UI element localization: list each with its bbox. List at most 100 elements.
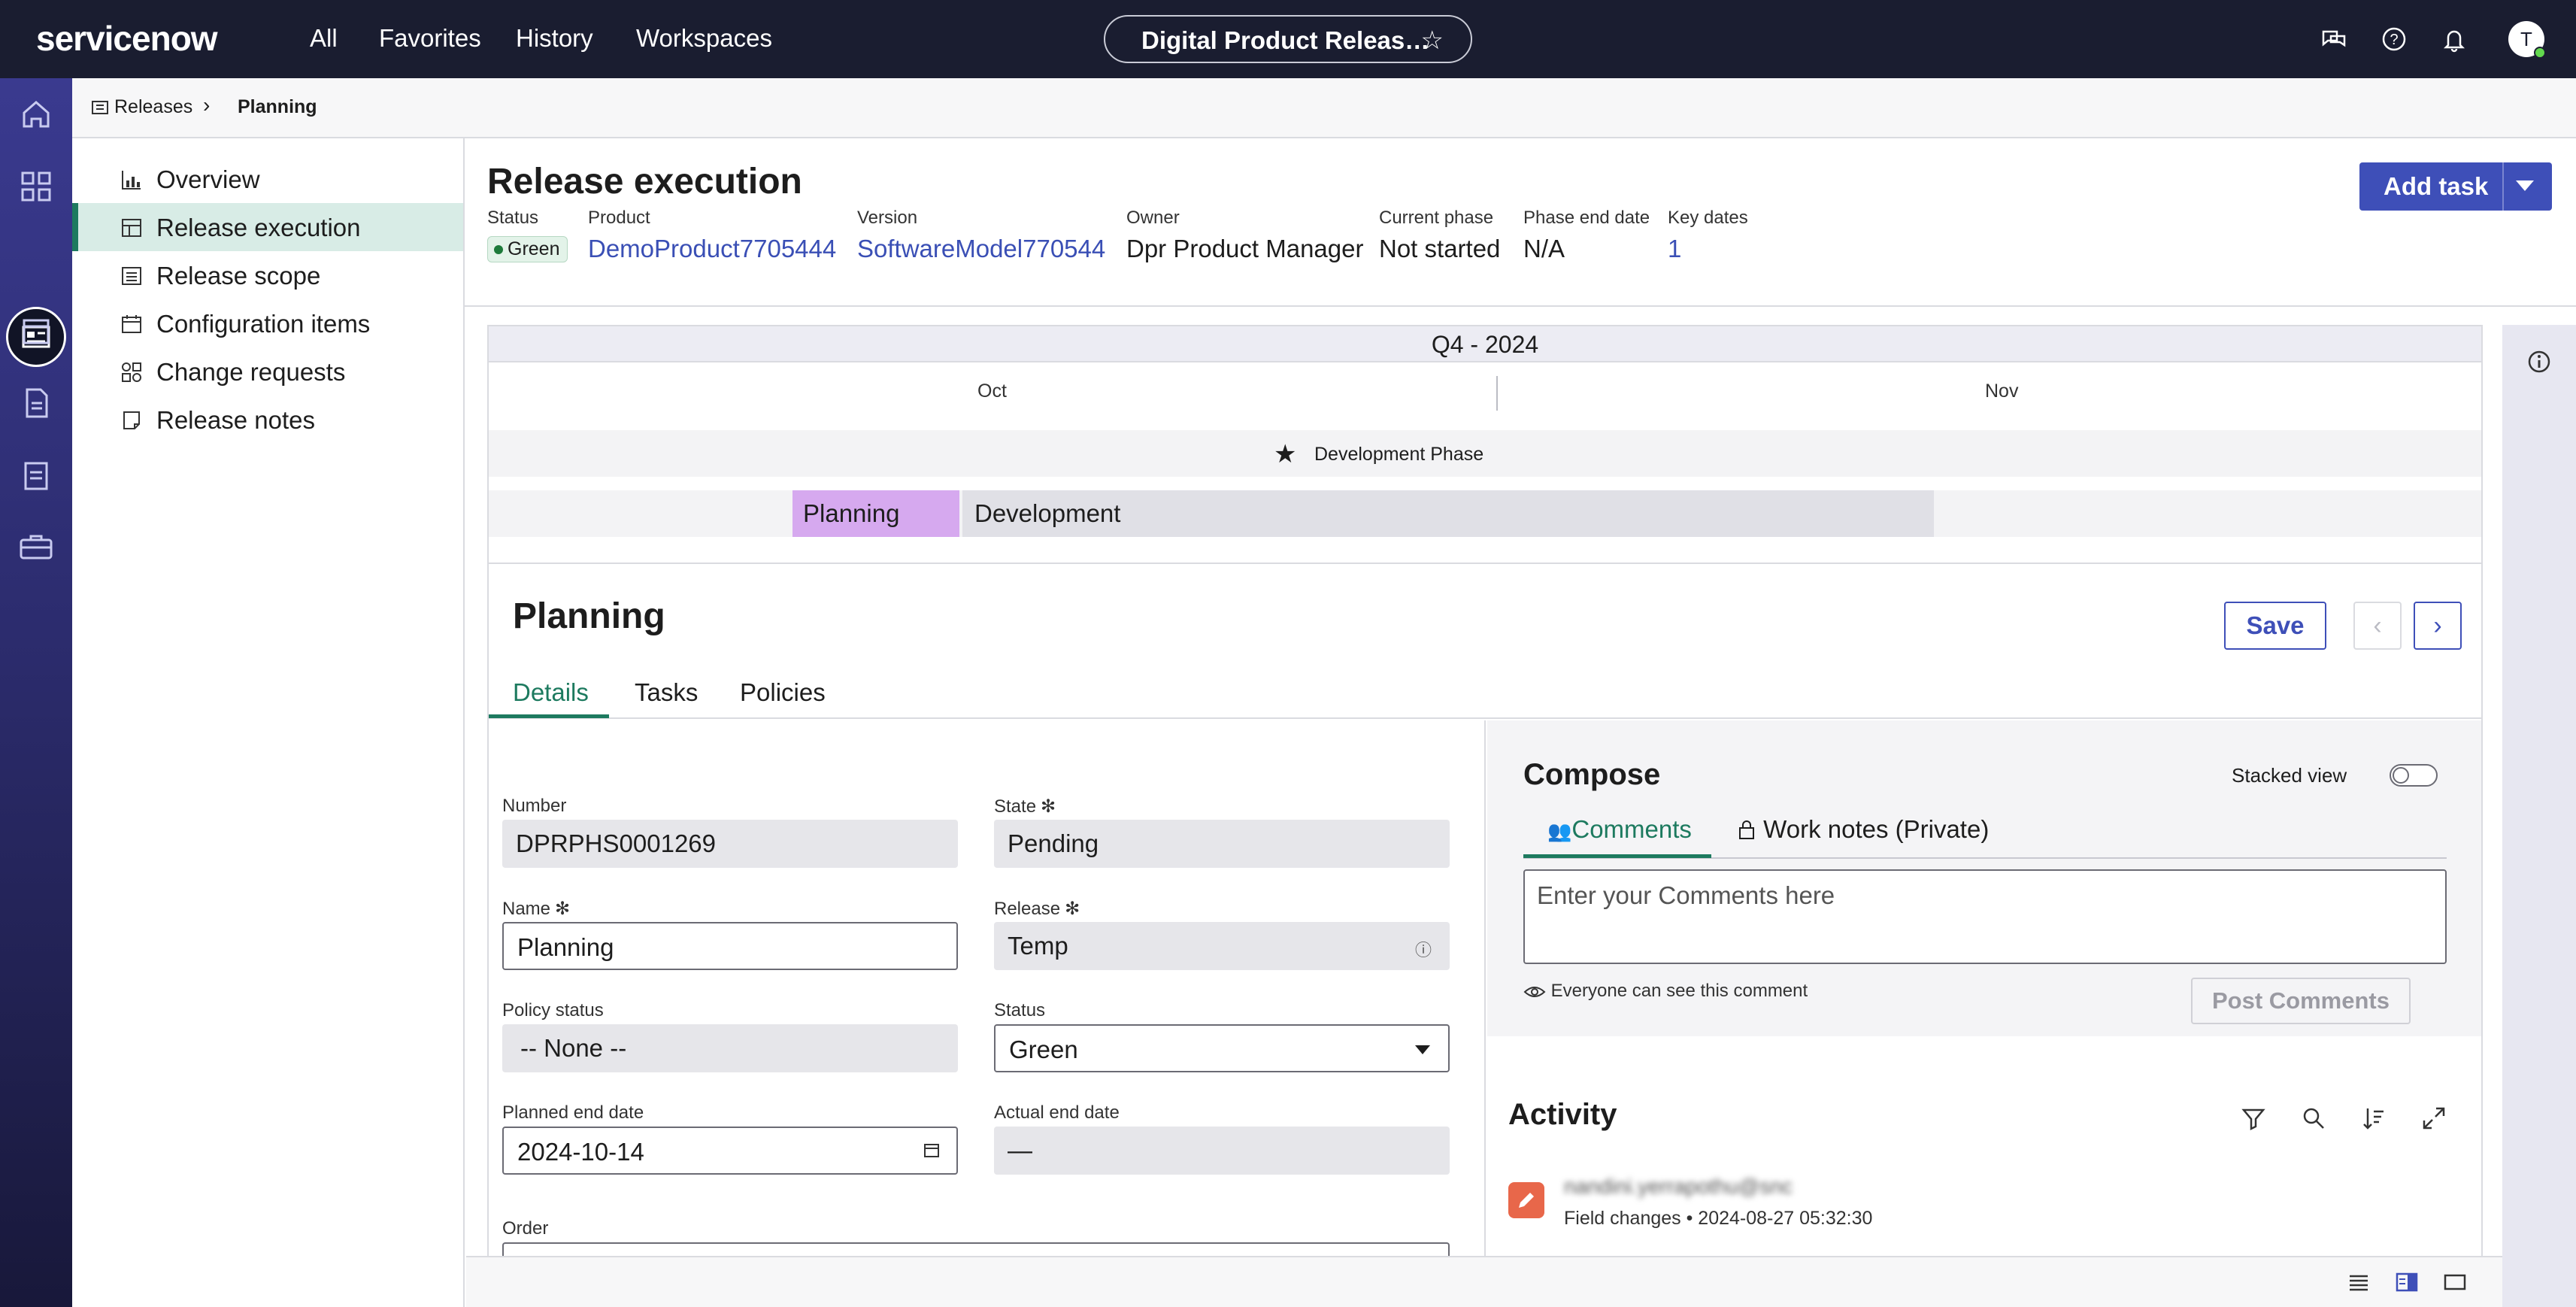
online-status-dot xyxy=(2534,47,2546,59)
list-view-icon[interactable] xyxy=(2347,1272,2370,1292)
nav-all[interactable]: All xyxy=(310,24,338,53)
document-icon[interactable] xyxy=(17,384,56,423)
sidenav-label: Release execution xyxy=(156,214,361,241)
actual-end-date-label: Actual end date xyxy=(994,1102,1120,1123)
apps-grid-icon[interactable] xyxy=(17,167,56,206)
nav-favorites[interactable]: Favorites xyxy=(379,24,481,53)
sidenav-item-overview[interactable]: Overview xyxy=(72,155,463,203)
search-icon[interactable] xyxy=(2301,1105,2326,1131)
tab-work-notes[interactable]: Work notes (Private) xyxy=(1737,815,1989,844)
planned-end-date-value: 2024-10-14 xyxy=(517,1138,644,1166)
note-icon xyxy=(123,411,140,429)
status-select[interactable]: Green xyxy=(994,1024,1450,1072)
state-label-text: State xyxy=(994,796,1037,817)
sidenav-label: Release scope xyxy=(156,262,321,290)
tab-comments[interactable]: 👥Comments xyxy=(1547,815,1692,844)
nav-workspaces[interactable]: Workspaces xyxy=(636,24,772,53)
name-input[interactable]: Planning xyxy=(502,922,958,970)
meta-key: Phase end date xyxy=(1523,208,1650,228)
workspace-title: Digital Product Releas… xyxy=(1141,26,1430,54)
meta-status: Status Green xyxy=(487,208,568,262)
meta-phase-end-date: Phase end date N/A xyxy=(1523,208,1650,263)
nav-history[interactable]: History xyxy=(516,24,593,53)
phase-bar-development[interactable]: Development xyxy=(962,490,1934,537)
compose-panel: Compose Stacked view 👥Comments Work note… xyxy=(1487,720,2481,1036)
single-view-icon[interactable] xyxy=(2444,1272,2466,1292)
product-link[interactable]: DemoProduct7705444 xyxy=(588,235,836,263)
user-avatar[interactable]: T xyxy=(2508,21,2546,59)
info-icon[interactable] xyxy=(2526,349,2552,375)
required-asterisk-icon: ✻ xyxy=(1065,899,1080,919)
comments-textarea[interactable]: Enter your Comments here xyxy=(1523,869,2447,964)
sort-icon[interactable] xyxy=(2361,1105,2387,1131)
planned-end-date-input[interactable]: 2024-10-14 xyxy=(502,1127,958,1175)
stacked-view-label: Stacked view xyxy=(2232,764,2347,787)
activity-title: Activity xyxy=(1508,1098,1617,1131)
meta-key: Key dates xyxy=(1668,208,1748,228)
version-link[interactable]: SoftwareModel770544 xyxy=(857,235,1105,263)
tab-active-indicator xyxy=(489,714,609,718)
bottom-bar xyxy=(466,1256,2502,1307)
workspace-pill[interactable]: Digital Product Releas… ☆ xyxy=(1104,15,1472,63)
split-view-icon[interactable] xyxy=(2396,1272,2418,1292)
star-icon[interactable]: ☆ xyxy=(1421,26,1444,56)
table-icon xyxy=(122,219,141,237)
bell-icon[interactable] xyxy=(2439,24,2469,54)
calendar-icon[interactable] xyxy=(17,311,56,350)
sidenav-label: Overview xyxy=(156,165,260,193)
milestone-star-icon[interactable]: ★ xyxy=(1274,439,1296,469)
sidenav-item-release-notes[interactable]: Release notes xyxy=(72,396,463,444)
meta-key-dates: Key dates 1 xyxy=(1668,208,1748,263)
chevron-down-icon xyxy=(1415,1045,1430,1054)
chevron-left-icon: ‹ xyxy=(2373,611,2382,640)
home-icon[interactable] xyxy=(17,95,56,134)
stacked-view-toggle[interactable] xyxy=(2390,764,2438,787)
grid-icon xyxy=(122,362,141,382)
add-task-button[interactable]: Add task xyxy=(2359,162,2552,211)
servicenow-logo[interactable]: servicenow xyxy=(36,18,218,59)
tab-comments-label: Comments xyxy=(1571,815,1692,843)
eye-icon xyxy=(1523,987,1546,997)
list-icon xyxy=(122,267,141,285)
tab-policies[interactable]: Policies xyxy=(740,678,826,707)
phase-bar-planning[interactable]: Planning xyxy=(792,490,959,537)
required-asterisk-icon: ✻ xyxy=(1041,796,1056,817)
filter-icon[interactable] xyxy=(2241,1105,2266,1131)
details-form: Number DPRPHS0001269 State ✻ Pending Name… xyxy=(489,720,1486,1307)
help-icon[interactable]: ? xyxy=(2379,24,2409,54)
release-field: Temp ⓘ xyxy=(994,922,1450,970)
toolbox-icon[interactable] xyxy=(17,528,56,567)
sidenav-item-release-scope[interactable]: Release scope xyxy=(72,251,463,299)
card-title: Planning xyxy=(513,596,665,636)
meta-owner: Owner Dpr Product Manager xyxy=(1126,208,1363,263)
phase-bar-row: Planning Development xyxy=(489,490,2481,537)
chat-icon[interactable] xyxy=(2319,24,2349,54)
expand-icon[interactable] xyxy=(2421,1105,2447,1131)
breadcrumb-releases[interactable]: Releases xyxy=(114,96,192,118)
phase-card: Planning Save ‹ › Details Tasks Policies… xyxy=(487,563,2483,1307)
previous-button[interactable]: ‹ xyxy=(2353,602,2402,650)
visibility-text: Everyone can see this comment xyxy=(1550,981,1808,1001)
release-timeline: Q4 - 2024 Oct Nov ★ Development Phase Pl… xyxy=(487,325,2483,564)
key-dates-link[interactable]: 1 xyxy=(1668,235,1748,263)
info-icon[interactable]: ⓘ xyxy=(1415,937,1432,961)
timeline-month-nov: Nov xyxy=(1985,381,2019,402)
sidenav-item-change-requests[interactable]: Change requests xyxy=(72,347,463,396)
timeline-month-oct: Oct xyxy=(977,381,1007,402)
sidenav-item-configuration-items[interactable]: Configuration items xyxy=(72,299,463,347)
release-label: Release ✻ xyxy=(994,898,1080,920)
tab-tasks[interactable]: Tasks xyxy=(635,678,698,707)
save-button[interactable]: Save xyxy=(2224,602,2326,650)
next-button[interactable]: › xyxy=(2414,602,2462,650)
post-comments-button[interactable]: Post Comments xyxy=(2191,978,2411,1024)
side-nav: Overview Release execution Release scope… xyxy=(72,138,465,1307)
tab-details[interactable]: Details xyxy=(513,678,589,707)
clipboard-icon[interactable] xyxy=(17,456,56,495)
calendar-icon[interactable] xyxy=(923,1142,940,1158)
meta-key: Owner xyxy=(1126,208,1180,228)
avatar-initial: T xyxy=(2520,28,2532,50)
meta-key: Current phase xyxy=(1379,208,1494,228)
chevron-down-icon[interactable] xyxy=(2516,180,2534,191)
tab-work-notes-label: Work notes (Private) xyxy=(1763,815,1990,843)
sidenav-item-release-execution[interactable]: Release execution xyxy=(72,203,463,251)
